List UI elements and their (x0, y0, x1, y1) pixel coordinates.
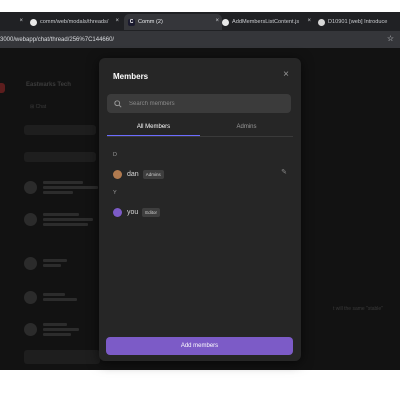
phabricator-icon (318, 18, 325, 26)
notification-indicator (0, 83, 5, 93)
close-tab-icon[interactable]: × (115, 18, 119, 24)
thread-row (24, 174, 100, 200)
browser-tab[interactable]: AddMembersListContent.js × (222, 14, 314, 30)
tab-all-members[interactable]: All Members (107, 118, 200, 136)
member-row[interactable]: dan Admins ✎ (113, 167, 287, 181)
tab-label: D10901 [web] Introduce (328, 19, 388, 25)
chat-tab: ⊞ Chat (30, 104, 47, 110)
close-icon[interactable]: × (283, 70, 289, 80)
role-badge: Admins (142, 169, 164, 179)
section-letter: D (113, 152, 117, 158)
close-tab-icon[interactable]: × (19, 18, 23, 24)
community-title: Eastwarks Tech (26, 82, 71, 88)
browser-tab-bar: × comm/web/modals/threads/ × C Comm (2) … (0, 12, 400, 31)
browser-tab[interactable]: D10901 [web] Introduce (318, 14, 400, 30)
browser-tab-active[interactable]: C Comm (2) × (124, 14, 222, 30)
thread-avatar (24, 322, 37, 336)
tab-admins[interactable]: Admins (200, 118, 293, 135)
add-members-button[interactable]: Add members (106, 337, 293, 355)
members-modal: Members × All Members Admins D dan Admin… (99, 58, 301, 361)
comm-icon: C (128, 18, 135, 26)
github-icon (222, 18, 229, 26)
browser-tab[interactable]: × (0, 14, 26, 30)
thread-avatar (24, 212, 37, 226)
github-icon (30, 18, 37, 26)
search-input[interactable] (127, 99, 291, 108)
thread-avatar (24, 290, 37, 304)
background-message: t will the same "stable" (333, 306, 383, 312)
search-field[interactable] (107, 94, 291, 113)
tab-label: AddMembersListContent.js (232, 19, 300, 25)
close-tab-icon[interactable]: × (307, 18, 311, 24)
member-row[interactable]: you Editor (113, 205, 287, 219)
background-input (24, 350, 100, 364)
browser-tab[interactable]: comm/web/modals/threads/ × (30, 14, 122, 30)
page-bottom (0, 370, 400, 400)
url-text[interactable]: 3000/webapp/chat/thread/256%7C144660/ (0, 37, 114, 43)
background-search (24, 152, 96, 162)
section-letter: Y (113, 190, 117, 196)
avatar (113, 169, 122, 179)
bookmark-star-icon[interactable]: ☆ (387, 34, 394, 43)
modal-title: Members (113, 72, 149, 81)
edit-pencil-icon[interactable]: ✎ (281, 168, 287, 176)
address-bar[interactable]: 3000/webapp/chat/thread/256%7C144660/ ☆ (0, 31, 400, 48)
thread-row (24, 250, 100, 276)
role-badge: Editor (142, 207, 161, 217)
tab-label: Comm (2) (138, 19, 163, 25)
thread-row (24, 316, 100, 342)
thread-avatar (24, 180, 37, 194)
search-icon (114, 99, 122, 108)
member-name: you (127, 208, 139, 216)
tab-label: comm/web/modals/threads/ (40, 19, 109, 25)
thread-row (24, 284, 100, 310)
member-tabs: All Members Admins (107, 118, 293, 137)
thread-avatar (24, 256, 37, 270)
thread-row (24, 206, 100, 232)
member-name: dan (127, 170, 139, 178)
avatar (113, 207, 122, 217)
background-button (24, 125, 96, 135)
close-tab-icon[interactable]: × (215, 18, 219, 24)
